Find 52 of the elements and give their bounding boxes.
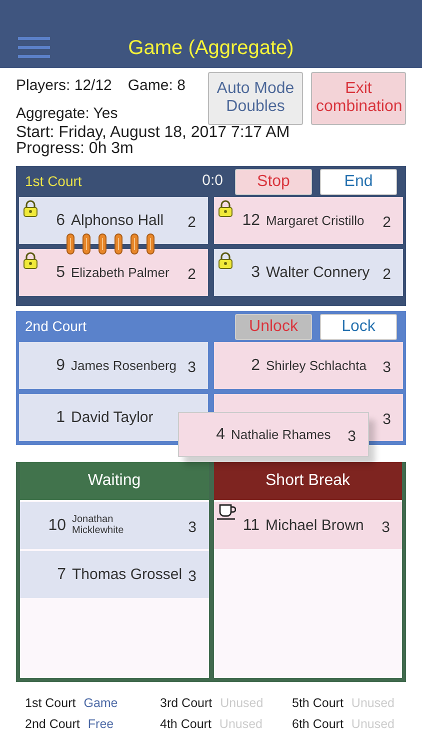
- player-number: 5: [55, 262, 65, 283]
- player-name: David Taylor: [71, 410, 154, 426]
- court-label: 2nd Court: [25, 716, 80, 733]
- court-status: Free: [88, 716, 114, 733]
- player-name: Nathalie Rhames: [231, 428, 332, 442]
- player-score: 3: [188, 567, 196, 588]
- court-score: 0:0: [202, 171, 223, 192]
- list-header: Waiting: [20, 462, 208, 500]
- player-score: 2: [188, 213, 196, 234]
- player-name: Walter Connery: [266, 264, 371, 280]
- player-score: 3: [188, 518, 196, 538]
- game-number: Game: 8: [128, 76, 186, 96]
- player-number: 1: [55, 408, 65, 428]
- player-name: Jonathan Micklewhite: [72, 515, 125, 536]
- court-label: 4th Court: [160, 716, 212, 733]
- court-label: 1st Court: [25, 695, 76, 712]
- player-name: Shirley Schlachta: [266, 358, 368, 372]
- player-name: James Rosenberg: [71, 358, 178, 372]
- player-number: 9: [55, 356, 65, 376]
- player-score: 3: [382, 358, 391, 378]
- player-number: 6: [55, 210, 65, 231]
- player-score: 3: [188, 358, 196, 378]
- player-name: Thomas Grossel: [72, 566, 184, 582]
- aggregate-label: Aggregate: Yes: [16, 105, 118, 122]
- player-score: 3: [382, 410, 391, 430]
- player-number: 11: [242, 516, 260, 536]
- players-count: Players: 12/12: [16, 76, 112, 96]
- court-name: 2nd Court: [25, 317, 88, 336]
- player-name: Michael Brown: [266, 518, 365, 534]
- list-header: Short Break: [214, 462, 402, 500]
- court-label: 5th Court: [292, 695, 344, 712]
- court-status: Game: [84, 695, 118, 712]
- player-name: Margaret Cristillo: [266, 214, 366, 228]
- player-score: 2: [382, 265, 391, 286]
- player-score: 2: [382, 213, 391, 234]
- player-name: Elizabeth Palmer: [71, 266, 170, 280]
- player-number: 12: [241, 210, 260, 231]
- player-number: 7: [56, 564, 66, 585]
- court-name: 1st Court: [25, 172, 83, 192]
- player-score: 2: [188, 265, 196, 286]
- player-number: 2: [250, 356, 260, 376]
- start-time: Start: Friday, August 18, 2017 7:17 AM: [16, 124, 290, 140]
- court-label: 6th Court: [292, 716, 344, 733]
- court-label: 3rd Court: [160, 695, 212, 712]
- player-number: 10: [47, 516, 66, 536]
- progress-time: Progress: 0h 3m: [16, 140, 134, 158]
- player-number: 3: [250, 262, 260, 283]
- player-score: 3: [382, 518, 390, 538]
- player-name: Alphonso Hall: [71, 212, 165, 228]
- player-score: 3: [348, 427, 356, 448]
- screen-title: Game (Aggregate): [128, 37, 294, 59]
- player-number: 4: [215, 424, 225, 444]
